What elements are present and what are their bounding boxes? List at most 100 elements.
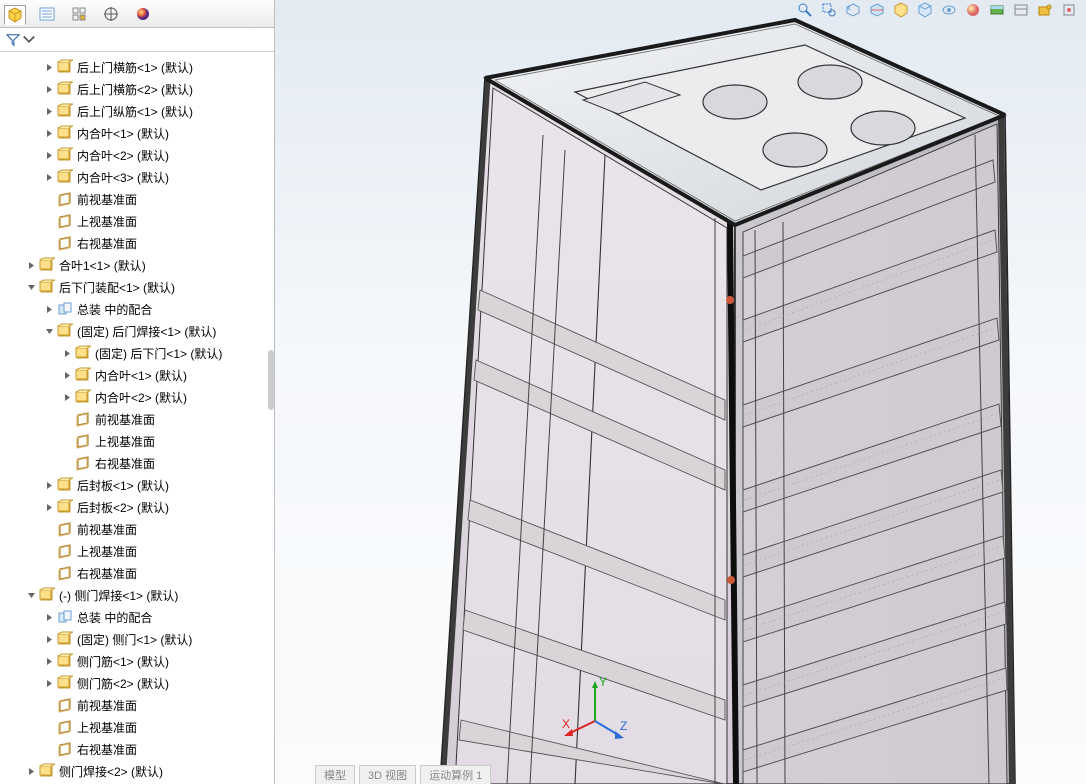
bottom-tab-3dview[interactable]: 3D 视图 xyxy=(359,765,416,784)
plane-icon xyxy=(75,411,91,427)
tree-node[interactable]: (固定) 后门焊接<1> (默认) xyxy=(2,320,274,342)
part-icon xyxy=(57,59,73,75)
expand-icon[interactable] xyxy=(44,656,55,667)
graphics-viewport[interactable]: Y X Z 模型 3D 视图 运动算例 1 xyxy=(275,0,1086,784)
tree-node-label: 侧门焊接<2> (默认) xyxy=(59,763,163,780)
expand-icon[interactable] xyxy=(44,502,55,513)
tree-node[interactable]: 右视基准面 xyxy=(2,232,274,254)
tree-node-label: 总装 中的配合 xyxy=(77,609,152,626)
expand-icon[interactable] xyxy=(44,172,55,183)
tree-node[interactable]: 侧门筋<1> (默认) xyxy=(2,650,274,672)
expand-icon[interactable] xyxy=(44,612,55,623)
expand-icon[interactable] xyxy=(44,84,55,95)
tree-node-label: 后上门横筋<2> (默认) xyxy=(77,81,193,98)
tree-node[interactable]: 内合叶<2> (默认) xyxy=(2,144,274,166)
dimxpert-tab[interactable] xyxy=(100,4,122,24)
part-icon xyxy=(75,345,91,361)
panel-tab-strip xyxy=(0,0,274,28)
scrollbar-thumb[interactable] xyxy=(268,350,274,410)
part-icon xyxy=(57,81,73,97)
bottom-tab-motion[interactable]: 运动算例 1 xyxy=(420,765,491,784)
tree-node-label: 后下门装配<1> (默认) xyxy=(59,279,175,296)
tree-node[interactable]: 前视基准面 xyxy=(2,694,274,716)
orientation-triad[interactable]: Y X Z xyxy=(560,676,630,746)
config-icon xyxy=(71,6,87,22)
tree-node[interactable]: 内合叶<3> (默认) xyxy=(2,166,274,188)
tree-node[interactable]: 前视基准面 xyxy=(2,408,274,430)
tree-node[interactable]: (-) 侧门焊接<1> (默认) xyxy=(2,584,274,606)
tree-node[interactable]: 后封板<2> (默认) xyxy=(2,496,274,518)
tree-node[interactable]: 右视基准面 xyxy=(2,562,274,584)
filter-row[interactable] xyxy=(0,28,274,52)
part-icon xyxy=(57,323,73,339)
expand-icon[interactable] xyxy=(26,260,37,271)
part-icon xyxy=(57,653,73,669)
tree-node[interactable]: 合叶1<1> (默认) xyxy=(2,254,274,276)
tree-node[interactable]: 侧门筋<2> (默认) xyxy=(2,672,274,694)
configuration-manager-tab[interactable] xyxy=(68,4,90,24)
expand-icon[interactable] xyxy=(62,348,73,359)
tree-node[interactable]: 后上门横筋<2> (默认) xyxy=(2,78,274,100)
plane-icon xyxy=(57,521,73,537)
expand-icon[interactable] xyxy=(44,304,55,315)
tree-node[interactable]: 右视基准面 xyxy=(2,738,274,760)
tree-node-label: 侧门筋<2> (默认) xyxy=(77,675,169,692)
tree-node[interactable]: 上视基准面 xyxy=(2,716,274,738)
axis-x-label: X xyxy=(562,717,570,731)
tree-node-label: 内合叶<2> (默认) xyxy=(95,389,187,406)
display-manager-tab[interactable] xyxy=(132,4,154,24)
feature-manager-tab[interactable] xyxy=(4,5,26,25)
tree-node[interactable]: 上视基准面 xyxy=(2,210,274,232)
tree-node[interactable]: 后封板<1> (默认) xyxy=(2,474,274,496)
tree-node[interactable]: 内合叶<2> (默认) xyxy=(2,386,274,408)
tree-node[interactable]: 上视基准面 xyxy=(2,540,274,562)
tree-node[interactable]: (固定) 侧门<1> (默认) xyxy=(2,628,274,650)
tree-node[interactable]: 右视基准面 xyxy=(2,452,274,474)
expand-icon[interactable] xyxy=(26,766,37,777)
expand-icon[interactable] xyxy=(44,62,55,73)
part-icon xyxy=(57,631,73,647)
tree-node-label: (固定) 后下门<1> (默认) xyxy=(95,345,222,362)
expand-icon[interactable] xyxy=(44,150,55,161)
property-manager-tab[interactable] xyxy=(36,4,58,24)
expand-icon[interactable] xyxy=(44,678,55,689)
expand-icon[interactable] xyxy=(44,634,55,645)
tree-node-label: 上视基准面 xyxy=(95,433,155,450)
axis-y-label: Y xyxy=(599,676,607,689)
tree-node-label: 右视基准面 xyxy=(77,235,137,252)
target-icon xyxy=(103,6,119,22)
tree-node[interactable]: 内合叶<1> (默认) xyxy=(2,364,274,386)
tree-node-label: 后上门纵筋<1> (默认) xyxy=(77,103,193,120)
tree-node[interactable]: 总装 中的配合 xyxy=(2,606,274,628)
axis-z-label: Z xyxy=(620,719,627,733)
expand-icon[interactable] xyxy=(62,370,73,381)
expand-icon[interactable] xyxy=(44,106,55,117)
expand-icon[interactable] xyxy=(44,480,55,491)
part-icon xyxy=(39,257,55,273)
collapse-icon[interactable] xyxy=(26,282,37,293)
tree-node[interactable]: 侧门焊接<2> (默认) xyxy=(2,760,274,782)
tree-node-label: 右视基准面 xyxy=(77,741,137,758)
collapse-icon[interactable] xyxy=(44,326,55,337)
tree-node[interactable]: 前视基准面 xyxy=(2,518,274,540)
part-icon xyxy=(57,169,73,185)
sphere-icon xyxy=(135,6,151,22)
plane-icon xyxy=(75,455,91,471)
plane-icon xyxy=(57,543,73,559)
tree-node[interactable]: 后上门纵筋<1> (默认) xyxy=(2,100,274,122)
bottom-tab-model[interactable]: 模型 xyxy=(315,765,355,784)
tree-node[interactable]: 内合叶<1> (默认) xyxy=(2,122,274,144)
feature-tree[interactable]: 后上门横筋<1> (默认) 后上门横筋<2> (默认) 后上门纵筋<1> (默认) 内… xyxy=(0,52,274,784)
tree-node[interactable]: 总装 中的配合 xyxy=(2,298,274,320)
tree-node[interactable]: 后上门横筋<1> (默认) xyxy=(2,56,274,78)
expand-icon[interactable] xyxy=(44,128,55,139)
part-icon xyxy=(39,279,55,295)
collapse-icon[interactable] xyxy=(26,590,37,601)
tree-node[interactable]: 后下门装配<1> (默认) xyxy=(2,276,274,298)
tree-node-label: 前视基准面 xyxy=(95,411,155,428)
expand-icon[interactable] xyxy=(62,392,73,403)
tree-node[interactable]: 前视基准面 xyxy=(2,188,274,210)
tree-node[interactable]: 上视基准面 xyxy=(2,430,274,452)
tree-node[interactable]: (固定) 后下门<1> (默认) xyxy=(2,342,274,364)
plane-icon xyxy=(57,719,73,735)
